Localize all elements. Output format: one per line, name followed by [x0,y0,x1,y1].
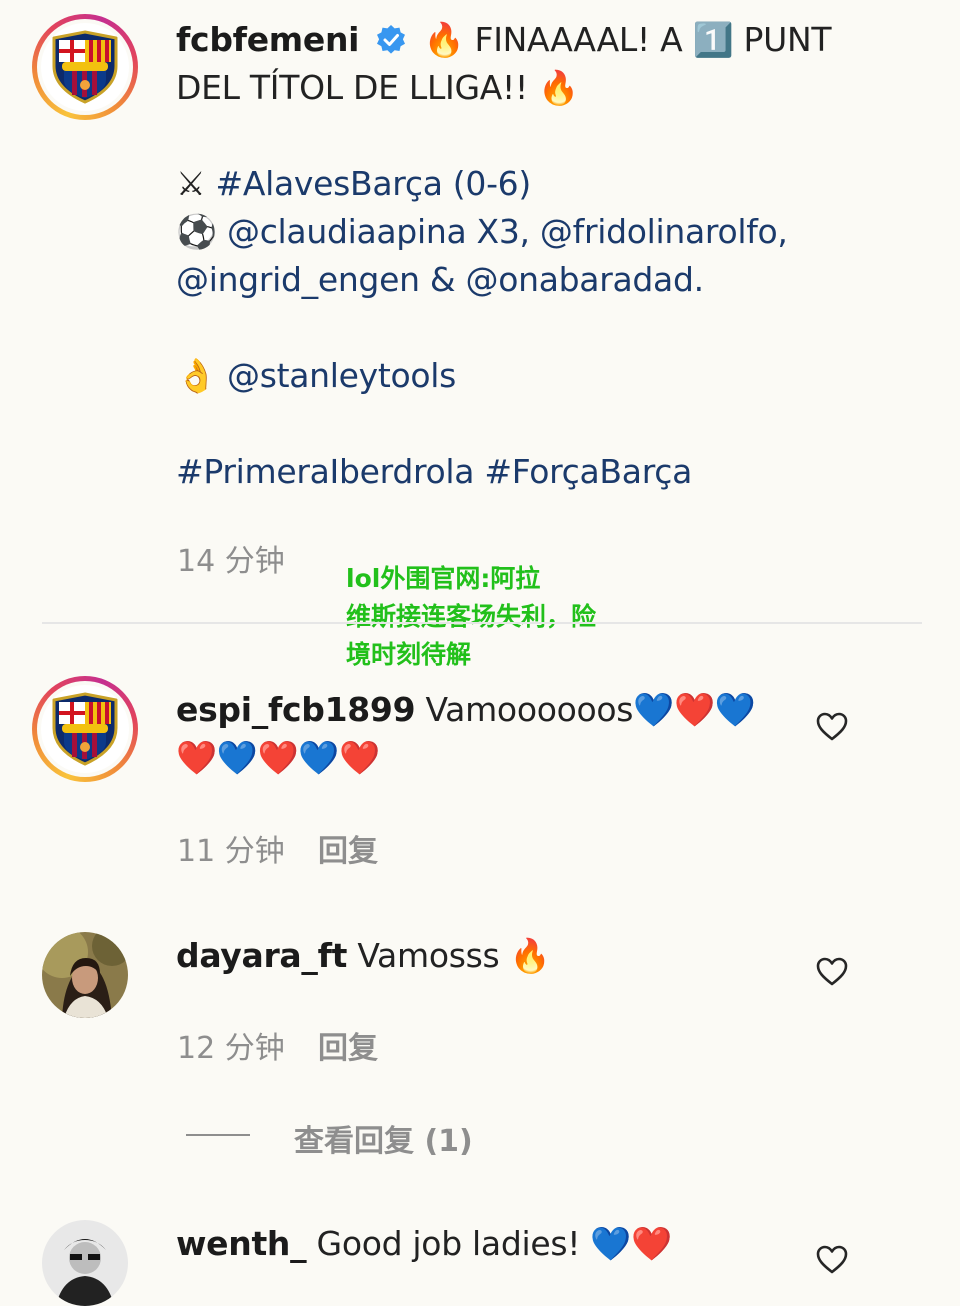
post-username[interactable]: fcbfemeni [176,20,359,59]
comment-username[interactable]: dayara_ft [176,936,347,975]
verified-badge-icon [377,25,406,54]
comment-line-1: espi_fcb1899 Vamoooooos💙❤️💙 [176,686,776,734]
reply-button[interactable]: 回复 [318,1023,378,1067]
caption-sponsor-line: 👌 @stanleytools [176,352,896,400]
post-caption: fcbfemeni 🔥 FINAAAAL! A 1️⃣ PUNT DEL TÍT… [176,16,896,496]
post-author-avatar[interactable] [32,14,138,120]
overlay-line-3: 境时刻待解 [346,640,472,669]
view-replies-line [186,1134,250,1136]
fcb-crest-icon [52,692,118,766]
soccer-ball-icon: ⚽ [176,212,217,251]
overlay-line-2: 维斯接连客场失利，险 [346,602,597,631]
view-replies-button[interactable]: 查看回复 (1) [294,1116,473,1160]
heart-outline-icon[interactable] [815,955,849,989]
hashtag-alavesbarca[interactable]: #AlavesBarça (0-6) [216,164,532,203]
comment-line-1: wenth_ Good job ladies! 💙❤️ [176,1220,776,1268]
post-timestamp: 14 分钟 [177,544,285,579]
overlay-line-1: lol外围官网:阿拉 [346,564,541,593]
comment-timestamp: 12 分钟 [177,1031,285,1066]
caption-match-line: ⚔ #AlavesBarça (0-6) [176,160,896,208]
heart-outline-icon[interactable] [815,710,849,744]
comment-body: dayara_ft Vamosss 🔥 [176,932,776,980]
crossed-swords-icon: ⚔ [176,164,206,203]
comment-avatar-dayara[interactable] [42,932,128,1018]
caption-line-2: DEL TÍTOL DE LLIGA!! 🔥 [176,68,579,107]
fcb-crest-icon [52,30,118,104]
comment-text-2: ❤️💙❤️💙❤️ [176,738,380,777]
overlay-headline: lol外围官网:阿拉 维斯接连客场失利，险 境时刻待解 [346,560,646,674]
goal-scorers-mentions[interactable]: @claudiaapina X3, @fridolinarolfo, [227,212,788,251]
caption-headline: 🔥 FINAAAAL! A 1️⃣ PUNT [423,20,832,59]
comment-timestamp: 11 分钟 [177,834,285,869]
comment-avatar-espi[interactable] [32,676,138,782]
comment-text: Vamoooooos💙❤️💙 [425,690,756,729]
comment-body: wenth_ Good job ladies! 💙❤️ [176,1220,776,1268]
comment-text: Vamosss 🔥 [357,936,551,975]
caption-line-1: fcbfemeni 🔥 FINAAAAL! A 1️⃣ PUNT [176,16,896,64]
profile-photo-icon [42,1220,128,1306]
post-divider [42,622,922,624]
comment-username[interactable]: espi_fcb1899 [176,690,416,729]
comment-avatar-wenth[interactable] [42,1220,128,1306]
heart-outline-icon[interactable] [815,1243,849,1277]
comment-body: espi_fcb1899 Vamoooooos💙❤️💙 ❤️💙❤️💙❤️ [176,686,776,782]
caption-hashtags[interactable]: #PrimeraIberdrola #ForçaBarça [176,448,896,496]
ok-hand-icon: 👌 [176,356,217,395]
comment-username[interactable]: wenth_ [176,1224,307,1263]
reply-button[interactable]: 回复 [318,826,378,870]
goal-scorers-mentions-2[interactable]: @ingrid_engen & @onabaradad. [176,256,896,304]
profile-photo-icon [42,932,128,1018]
comment-text: Good job ladies! 💙❤️ [316,1224,673,1263]
sponsor-mention[interactable]: @stanleytools [227,356,456,395]
caption-goals-line: ⚽ @claudiaapina X3, @fridolinarolfo, [176,208,896,256]
comment-line-1: dayara_ft Vamosss 🔥 [176,932,776,980]
